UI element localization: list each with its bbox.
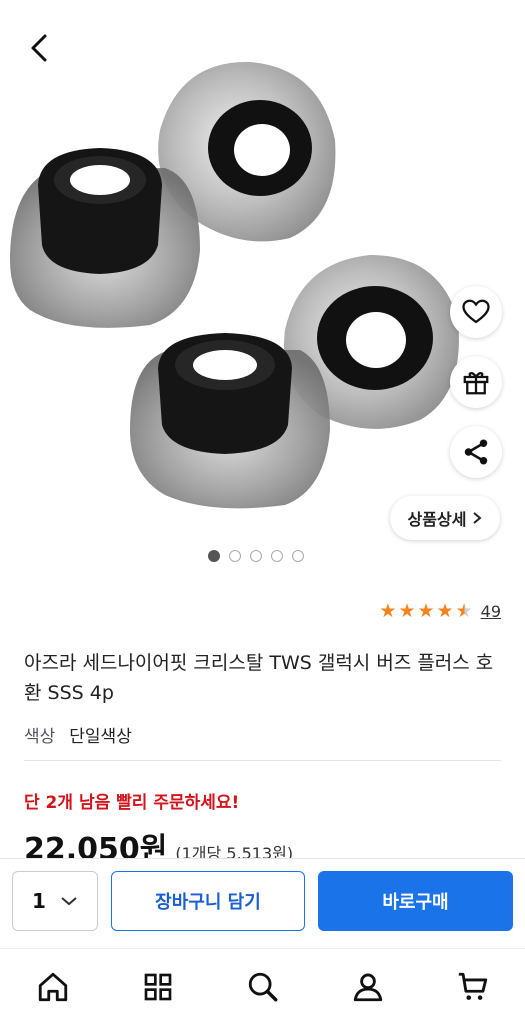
- review-count[interactable]: 49: [481, 602, 501, 621]
- buy-now-button[interactable]: 바로구매: [318, 871, 513, 931]
- quantity-value: 1: [32, 889, 46, 913]
- carousel-dot[interactable]: [229, 550, 241, 562]
- star-icon: ★: [417, 600, 435, 622]
- carousel-dot[interactable]: [292, 550, 304, 562]
- search-icon: [248, 972, 277, 1002]
- carousel-dot[interactable]: [271, 550, 283, 562]
- product-photo: [10, 61, 459, 509]
- star-icon: ★: [379, 600, 397, 622]
- quantity-select[interactable]: 1: [12, 871, 98, 931]
- user-icon: [353, 973, 382, 1002]
- back-button[interactable]: [22, 30, 58, 66]
- purchase-bar: 1 장바구니 담기 바로구매: [0, 858, 525, 949]
- share-icon: [464, 439, 488, 465]
- home-icon: [38, 972, 67, 1002]
- option-label: 색상: [24, 727, 56, 747]
- carousel-dot[interactable]: [250, 550, 262, 562]
- product-detail-label: 상품상세: [407, 510, 467, 529]
- product-image[interactable]: [0, 0, 525, 580]
- star-icon: ★: [436, 600, 454, 622]
- rating[interactable]: ★ ★ ★ ★ ★ 49: [379, 600, 501, 622]
- share-button[interactable]: [450, 426, 502, 478]
- category-icon: [144, 973, 171, 1001]
- product-title: 아즈라 세드나이어핏 크리스탈 TWS 갤럭시 버즈 플러스 호환 SSS 4p: [24, 652, 494, 704]
- cart-icon: [458, 972, 487, 1000]
- chevron-right-icon: [473, 512, 482, 524]
- bottom-nav: [0, 948, 525, 1025]
- star-icon: ★: [398, 600, 416, 622]
- nav-search[interactable]: [233, 957, 293, 1017]
- product-detail-button[interactable]: 상품상세: [390, 496, 500, 540]
- nav-category[interactable]: [128, 957, 188, 1017]
- divider: [24, 760, 501, 761]
- option-row: 색상 단일색상: [24, 722, 132, 747]
- nav-cart[interactable]: [443, 957, 503, 1017]
- chevron-left-icon: [31, 34, 47, 62]
- gift-icon: [463, 372, 489, 395]
- half-star-icon: ★: [455, 600, 473, 622]
- chevron-down-icon: [61, 897, 77, 906]
- add-to-cart-button[interactable]: 장바구니 담기: [111, 871, 305, 931]
- nav-mypage[interactable]: [338, 957, 398, 1017]
- carousel-dot[interactable]: [208, 550, 220, 562]
- gift-button[interactable]: [450, 356, 502, 408]
- nav-home[interactable]: [23, 957, 83, 1017]
- stock-warning: 단 2개 남음 빨리 주문하세요!: [24, 793, 240, 813]
- carousel-indicator: [208, 550, 304, 562]
- option-value: 단일색상: [69, 727, 132, 747]
- heart-icon: [462, 299, 490, 324]
- wishlist-button[interactable]: [450, 286, 502, 338]
